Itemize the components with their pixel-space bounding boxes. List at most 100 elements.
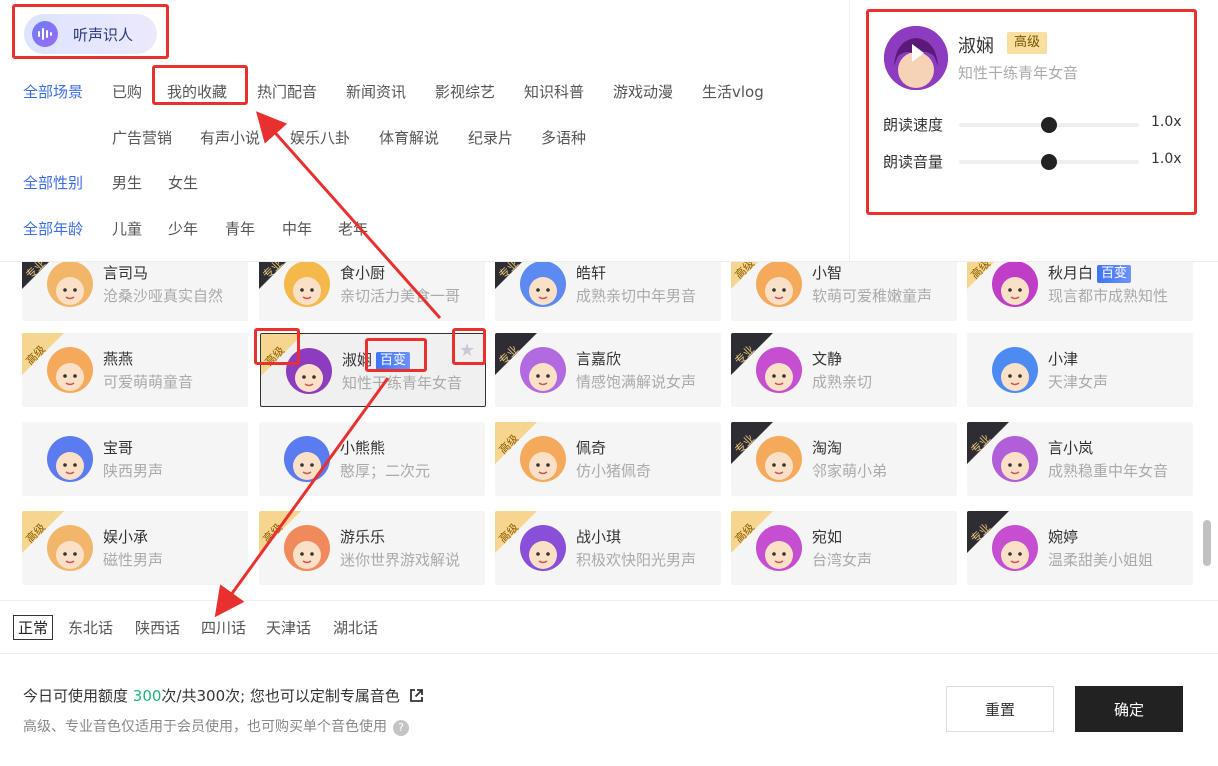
help-icon[interactable]: ? xyxy=(393,720,409,736)
dialect-bar: 正常 东北话 陕西话 四川话 天津话 湖北话 xyxy=(0,600,1218,654)
filter-gender-item[interactable]: 男生 xyxy=(112,172,142,193)
voice-name: 皓轩 xyxy=(576,262,606,283)
filter-all-scenes[interactable]: 全部场景 xyxy=(23,81,83,102)
voice-desc: 温柔甜美小姐姐 xyxy=(1048,551,1154,569)
voice-card[interactable]: 专业 淘淘 邻家萌小弟 xyxy=(731,422,957,496)
play-icon[interactable] xyxy=(912,44,924,62)
voice-card[interactable]: 专业 言小岚 成熟稳重中年女音 xyxy=(967,422,1193,496)
voice-desc: 台湾女声 xyxy=(812,551,873,569)
filter-scene-item[interactable]: 游戏动漫 xyxy=(613,81,673,102)
voice-desc: 邻家萌小弟 xyxy=(812,462,888,480)
filter-age-item[interactable]: 老年 xyxy=(338,218,368,239)
footer: 今日可使用额度 300次/共300次; 您也可以定制专属音色 高级、专业音色仅适… xyxy=(0,655,1218,766)
voice-card[interactable]: 专业 皓轩 成熟亲切中年男音 xyxy=(495,262,721,321)
scrollbar-thumb[interactable] xyxy=(1203,520,1211,566)
filter-age-item[interactable]: 中年 xyxy=(282,218,312,239)
dialect-option[interactable]: 陕西话 xyxy=(135,617,180,638)
speed-slider[interactable] xyxy=(959,117,1139,133)
voice-name-text: 淑娴 xyxy=(342,351,373,369)
filter-scene-item[interactable]: 影视综艺 xyxy=(435,81,495,102)
filter-area: 听声识人 全部场景 已购 我的收藏 热门配音 新闻资讯 影视综艺 知识科普 游戏动漫 生活vlo… xyxy=(0,0,1218,262)
voice-card[interactable]: 高级 娱小承 磁性男声 xyxy=(22,511,248,585)
voice-card[interactable]: 宝哥 陕西男声 xyxy=(22,422,248,496)
voice-card[interactable]: 高级 战小琪 积极欢快阳光男声 xyxy=(495,511,721,585)
filter-scene-item[interactable]: 生活vlog xyxy=(702,81,764,102)
dialect-option[interactable]: 东北话 xyxy=(68,617,113,638)
voice-name: 小熊熊 xyxy=(340,437,385,458)
voice-card[interactable]: 高级 淑娴 百变 知性干练青年女音 ★ xyxy=(260,333,486,407)
volume-slider-row: 朗读音量 1.0x xyxy=(883,151,1183,171)
filter-scene-item[interactable]: 广告营销 xyxy=(112,127,172,148)
filter-scene-item[interactable]: 体育解说 xyxy=(379,127,439,148)
reset-button[interactable]: 重置 xyxy=(946,686,1054,732)
voice-card[interactable]: 小熊熊 憨厚；二次元 xyxy=(259,422,485,496)
voice-card[interactable]: 高级 游乐乐 迷你世界游戏解说 xyxy=(259,511,485,585)
voice-card[interactable]: 高级 秋月白 百变 现言都市成熟知性 xyxy=(967,262,1193,321)
voice-name-text: 娱小承 xyxy=(103,528,149,546)
volume-slider[interactable] xyxy=(959,154,1139,170)
filter-scene-item[interactable]: 我的收藏 xyxy=(167,81,227,102)
external-link-icon[interactable] xyxy=(409,688,424,707)
filter-scene-item[interactable]: 娱乐八卦 xyxy=(290,127,350,148)
filter-age-item[interactable]: 少年 xyxy=(168,218,198,239)
voice-desc: 迷你世界游戏解说 xyxy=(340,551,461,569)
voice-name-text: 宝哥 xyxy=(103,439,134,457)
filter-scene-item[interactable]: 已购 xyxy=(112,81,142,102)
filter-scene-item[interactable]: 纪录片 xyxy=(468,127,513,148)
dialect-option[interactable]: 四川话 xyxy=(201,617,246,638)
voice-name-text: 言小岚 xyxy=(1048,439,1094,457)
dialect-option[interactable]: 湖北话 xyxy=(333,617,378,638)
preview-level-badge: 高级 xyxy=(1007,32,1048,54)
voice-card[interactable]: 高级 佩奇 仿小猪佩奇 xyxy=(495,422,721,496)
variety-tag: 百变 xyxy=(1097,265,1132,283)
voice-card[interactable]: 高级 宛如 台湾女声 xyxy=(731,511,957,585)
speed-slider-row: 朗读速度 1.0x xyxy=(883,114,1183,134)
voice-desc: 天津女声 xyxy=(1048,373,1109,391)
filter-all-ages[interactable]: 全部年龄 xyxy=(23,218,83,239)
voice-name: 宝哥 xyxy=(103,437,133,458)
filter-scene-item[interactable]: 多语种 xyxy=(541,127,586,148)
listen-identify-button[interactable]: 听声识人 xyxy=(24,14,157,54)
voice-name-text: 宛如 xyxy=(812,528,843,546)
voice-grid: 专业 言司马 沧桑沙哑真实自然 专业 食小厨 亲切活力美食一哥 专业 皓轩 成熟亲切中年男音 高级… xyxy=(0,262,1218,598)
voice-avatar xyxy=(284,436,330,482)
voice-card[interactable]: 专业 食小厨 亲切活力美食一哥 xyxy=(259,262,485,321)
filter-age-item[interactable]: 儿童 xyxy=(112,218,142,239)
voice-name-text: 言司马 xyxy=(103,264,149,282)
speed-slider-handle[interactable] xyxy=(1041,117,1057,133)
voice-name: 小津 xyxy=(1048,348,1078,369)
filter-gender-item[interactable]: 女生 xyxy=(168,172,198,193)
volume-slider-handle[interactable] xyxy=(1041,154,1057,170)
voice-card[interactable]: 专业 婉婷 温柔甜美小姐姐 xyxy=(967,511,1193,585)
voice-preview-panel: 淑娴 高级 知性干练青年女音 朗读速度 1.0x 朗读音量 1.0x xyxy=(849,0,1218,262)
dialect-option[interactable]: 天津话 xyxy=(266,617,311,638)
listen-identify-label: 听声识人 xyxy=(73,25,134,44)
filter-all-genders[interactable]: 全部性别 xyxy=(23,172,83,193)
filter-scene-item[interactable]: 热门配音 xyxy=(257,81,317,102)
voice-card[interactable]: 高级 小智 软萌可爱稚嫩童声 xyxy=(731,262,957,321)
confirm-button[interactable]: 确定 xyxy=(1075,686,1183,732)
voice-name-text: 皓轩 xyxy=(576,264,607,282)
voice-desc: 情感饱满解说女声 xyxy=(576,373,697,391)
voice-card[interactable]: 专业 文静 成熟亲切 xyxy=(731,333,957,407)
voice-name-text: 战小琪 xyxy=(576,528,622,546)
filter-scene-item[interactable]: 新闻资讯 xyxy=(346,81,406,102)
voice-desc: 积极欢快阳光男声 xyxy=(576,551,697,569)
voice-card[interactable]: 专业 言司马 沧桑沙哑真实自然 xyxy=(22,262,248,321)
voice-desc: 现言都市成熟知性 xyxy=(1048,287,1169,305)
voice-card[interactable]: 专业 言嘉欣 情感饱满解说女声 xyxy=(495,333,721,407)
favorite-star-icon[interactable]: ★ xyxy=(459,342,477,360)
voice-card[interactable]: 高级 燕燕 可爱萌萌童音 xyxy=(22,333,248,407)
filter-age-item[interactable]: 青年 xyxy=(225,218,255,239)
voice-name-text: 小津 xyxy=(1048,350,1079,368)
voice-name-text: 游乐乐 xyxy=(340,528,386,546)
voice-name: 言嘉欣 xyxy=(576,348,621,369)
filter-scene-item[interactable]: 有声小说 xyxy=(200,127,260,148)
voice-name-text: 言嘉欣 xyxy=(576,350,622,368)
voice-card[interactable]: 小津 天津女声 xyxy=(967,333,1193,407)
voice-desc: 陕西男声 xyxy=(103,462,164,480)
filter-scene-item[interactable]: 知识科普 xyxy=(524,81,584,102)
voice-name-text: 食小厨 xyxy=(340,264,386,282)
dialect-option[interactable]: 正常 xyxy=(13,615,54,640)
volume-value: 1.0x xyxy=(1151,151,1182,167)
